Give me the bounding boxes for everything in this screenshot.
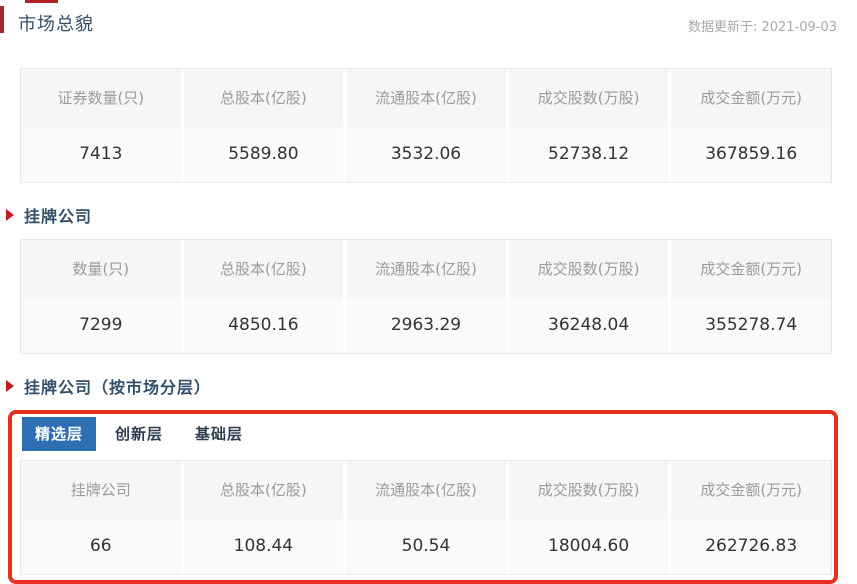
table-cell: 52738.12 bbox=[506, 127, 669, 182]
table-cell: 4850.16 bbox=[181, 298, 344, 353]
column-header: 成交金额(万元) bbox=[668, 240, 831, 298]
tab-selected-tier[interactable]: 精选层 bbox=[22, 417, 96, 451]
tab-innovation-tier[interactable]: 创新层 bbox=[102, 417, 176, 451]
table-cell: 3532.06 bbox=[343, 127, 506, 182]
data-updated-label: 数据更新于: 2021-09-03 bbox=[688, 16, 837, 35]
column-header: 成交股数(万股) bbox=[506, 240, 669, 298]
column-header: 流通股本(亿股) bbox=[343, 240, 506, 298]
table-cell: 2963.29 bbox=[343, 298, 506, 353]
table-header-row: 挂牌公司 总股本(亿股) 流通股本(亿股) 成交股数(万股) 成交金额(万元) bbox=[21, 461, 831, 519]
table-row: 7299 4850.16 2963.29 36248.04 355278.74 bbox=[21, 298, 831, 353]
table-cell: 18004.60 bbox=[506, 519, 669, 574]
column-header: 总股本(亿股) bbox=[181, 69, 344, 127]
listed-companies-table: 数量(只) 总股本(亿股) 流通股本(亿股) 成交股数(万股) 成交金额(万元)… bbox=[20, 239, 832, 354]
table-header-row: 数量(只) 总股本(亿股) 流通股本(亿股) 成交股数(万股) 成交金额(万元) bbox=[21, 240, 831, 298]
table-row: 7413 5589.80 3532.06 52738.12 367859.16 bbox=[21, 127, 831, 182]
column-header: 总股本(亿股) bbox=[181, 461, 344, 519]
column-header: 总股本(亿股) bbox=[181, 240, 344, 298]
column-header: 成交股数(万股) bbox=[506, 461, 669, 519]
section-arrow-icon bbox=[6, 209, 14, 221]
table-cell: 7413 bbox=[21, 127, 181, 182]
title-accent-bar bbox=[0, 6, 4, 33]
tier-tabs: 精选层 创新层 基础层 bbox=[22, 417, 832, 451]
column-header: 流通股本(亿股) bbox=[343, 461, 506, 519]
section-title-listed-by-tier: 挂牌公司（按市场分层） bbox=[24, 374, 211, 398]
column-header: 证券数量(只) bbox=[21, 69, 181, 127]
tab-base-tier[interactable]: 基础层 bbox=[182, 417, 256, 451]
section-arrow-icon bbox=[6, 380, 14, 392]
page-header: 市场总貌 数据更新于: 2021-09-03 bbox=[0, 0, 857, 68]
column-header: 流通股本(亿股) bbox=[343, 69, 506, 127]
highlight-annotation-box: 精选层 创新层 基础层 挂牌公司 总股本(亿股) 流通股本(亿股) 成交股数(万… bbox=[8, 410, 838, 584]
tier-table: 挂牌公司 总股本(亿股) 流通股本(亿股) 成交股数(万股) 成交金额(万元) … bbox=[20, 460, 832, 575]
table-cell: 7299 bbox=[21, 298, 181, 353]
table-cell: 36248.04 bbox=[506, 298, 669, 353]
table-cell: 367859.16 bbox=[668, 127, 831, 182]
table-cell: 66 bbox=[21, 519, 181, 574]
column-header: 挂牌公司 bbox=[21, 461, 181, 519]
section-head-listed-companies: 挂牌公司 bbox=[6, 204, 857, 226]
column-header: 成交金额(万元) bbox=[668, 461, 831, 519]
table-cell: 50.54 bbox=[343, 519, 506, 574]
market-summary-table: 证券数量(只) 总股本(亿股) 流通股本(亿股) 成交股数(万股) 成交金额(万… bbox=[20, 68, 832, 183]
section-title-listed-companies: 挂牌公司 bbox=[24, 203, 92, 227]
table-cell: 355278.74 bbox=[668, 298, 831, 353]
column-header: 成交股数(万股) bbox=[506, 69, 669, 127]
table-cell: 5589.80 bbox=[181, 127, 344, 182]
table-header-row: 证券数量(只) 总股本(亿股) 流通股本(亿股) 成交股数(万股) 成交金额(万… bbox=[21, 69, 831, 127]
table-cell: 108.44 bbox=[181, 519, 344, 574]
table-row: 66 108.44 50.54 18004.60 262726.83 bbox=[21, 519, 831, 574]
table-cell: 262726.83 bbox=[668, 519, 831, 574]
column-header: 成交金额(万元) bbox=[668, 69, 831, 127]
section-head-listed-by-tier: 挂牌公司（按市场分层） bbox=[6, 375, 857, 397]
column-header: 数量(只) bbox=[21, 240, 181, 298]
